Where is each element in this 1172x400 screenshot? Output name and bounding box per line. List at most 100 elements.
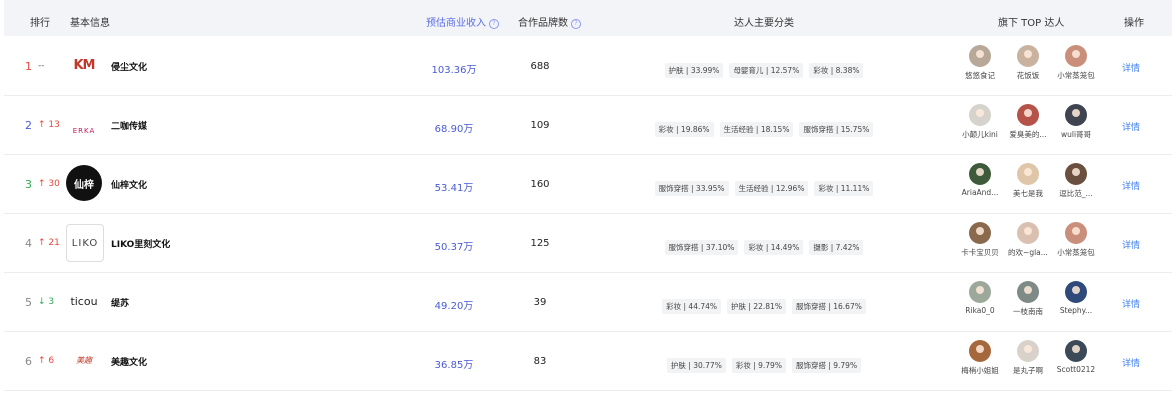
detail-link[interactable]: 详情 (1122, 61, 1140, 74)
question-circle-icon[interactable]: ? (489, 19, 499, 29)
star-name[interactable]: 花饭饭 (1004, 70, 1052, 81)
question-circle-icon[interactable]: ? (571, 19, 581, 29)
category-tag: 摄影 | 7.42% (809, 240, 864, 255)
category-list: 服饰穿搭 | 37.10% 彩妆 | 14.49% 摄影 | 7.42% (604, 235, 924, 255)
star-name[interactable]: wuli哥哥 (1052, 129, 1100, 140)
star-name[interactable]: 逗比范_... (1052, 188, 1100, 199)
star-item[interactable]: wuli哥哥 (1052, 104, 1100, 140)
avatar[interactable] (1017, 281, 1039, 303)
star-name[interactable]: 美七是我 (1004, 188, 1052, 199)
star-item[interactable]: 一枝南南 (1004, 281, 1052, 317)
avatar[interactable] (969, 163, 991, 185)
star-name[interactable]: 悠悠食记 (956, 70, 1004, 81)
star-item[interactable]: 的欢~gla... (1004, 222, 1052, 258)
xianzi-logo-icon[interactable]: 仙梓 (66, 165, 102, 201)
detail-link[interactable]: 详情 (1122, 356, 1140, 369)
table-row: 3 ↑ 30 仙梓 仙梓文化 53.41万 160 服饰穿搭 | 33.95% 生活经验 | … (4, 154, 1172, 214)
star-item[interactable]: 是丸子啊 (1004, 340, 1052, 376)
category-tag: 服饰穿搭 | 33.95% (654, 181, 729, 196)
brand-count: 688 (530, 61, 550, 72)
star-name[interactable]: 是丸子啊 (1004, 365, 1052, 376)
category-tag: 彩妆 | 11.11% (814, 181, 874, 196)
avatar[interactable] (1017, 222, 1039, 244)
star-item[interactable]: 卡卡宝贝贝 (956, 222, 1004, 258)
star-item[interactable]: Stephy... (1052, 281, 1100, 315)
company-name[interactable]: 侵尘文化 (111, 60, 147, 73)
star-name[interactable]: AriaAnd... (956, 188, 1004, 197)
avatar[interactable] (969, 104, 991, 126)
star-item[interactable]: 美七是我 (1004, 163, 1052, 199)
star-name[interactable]: 卡卡宝贝贝 (956, 247, 1004, 258)
star-item[interactable]: 花饭饭 (1004, 45, 1052, 81)
table-row: 5 ↓ 3 ticou 缇苏 49.20万 39 彩妆 | 44.74% 护肤 | 22.81… (4, 272, 1172, 332)
header-brands[interactable]: 合作品牌数? (518, 14, 581, 29)
estimated-income: 49.20万 (434, 301, 474, 312)
rank-change: ↑ 30 (38, 179, 60, 189)
avatar[interactable] (1017, 45, 1039, 67)
star-item[interactable]: 悠悠食记 (956, 45, 1004, 81)
avatar[interactable] (1017, 163, 1039, 185)
header-income[interactable]: 预估商业收入? (426, 14, 499, 29)
category-list: 护肤 | 30.77% 彩妆 | 9.79% 服饰穿搭 | 9.79% (604, 353, 924, 373)
star-name[interactable]: 小常蒸笼包 (1052, 70, 1100, 81)
estimated-income: 68.90万 (434, 124, 474, 135)
star-name[interactable]: 的欢~gla... (1004, 247, 1052, 258)
category-tag: 护肤 | 30.77% (666, 358, 726, 373)
detail-link[interactable]: 详情 (1122, 297, 1140, 310)
star-item[interactable]: 小常蒸笼包 (1052, 222, 1100, 258)
category-tag: 生活经验 | 18.15% (719, 122, 794, 137)
star-item[interactable]: Rika0_0 (956, 281, 1004, 315)
star-name[interactable]: Stephy... (1052, 306, 1100, 315)
liko-logo-icon[interactable]: LIKO (66, 224, 104, 262)
star-name[interactable]: Rika0_0 (956, 306, 1004, 315)
detail-link[interactable]: 详情 (1122, 120, 1140, 133)
detail-link[interactable]: 详情 (1122, 179, 1140, 192)
avatar[interactable] (1065, 340, 1087, 362)
company-name[interactable]: 美趣文化 (111, 355, 147, 368)
company-name[interactable]: LIKO里刻文化 (111, 237, 170, 250)
top-stars: 悠悠食记 花饭饭 小常蒸笼包 (956, 45, 1100, 89)
rank-change: ↓ 3 (38, 297, 55, 307)
avatar[interactable] (969, 45, 991, 67)
star-item[interactable]: 小颠儿kini (956, 104, 1004, 140)
category-tag: 护肤 | 33.99% (664, 63, 724, 78)
meiqu-logo-icon[interactable]: 美趣 (66, 342, 102, 378)
star-item[interactable]: 梅梢小姐姐 (956, 340, 1004, 376)
company-name[interactable]: 缇苏 (111, 296, 129, 309)
star-item[interactable]: Scott0212 (1052, 340, 1100, 374)
category-tag: 生活经验 | 12.96% (734, 181, 809, 196)
company-name[interactable]: 二咖传媒 (111, 119, 147, 132)
avatar[interactable] (969, 281, 991, 303)
star-name[interactable]: 小颠儿kini (956, 129, 1004, 140)
table-row: 2 ↑ 13 ERKA 二咖传媒 68.90万 109 彩妆 | 19.86% 生活经验 | … (4, 95, 1172, 155)
avatar[interactable] (1065, 45, 1087, 67)
star-name[interactable]: 梅梢小姐姐 (956, 365, 1004, 376)
star-item[interactable]: 小常蒸笼包 (1052, 45, 1100, 81)
star-name[interactable]: 小常蒸笼包 (1052, 247, 1100, 258)
avatar[interactable] (1065, 104, 1087, 126)
avatar[interactable] (969, 222, 991, 244)
star-name[interactable]: 一枝南南 (1004, 306, 1052, 317)
star-item[interactable]: 逗比范_... (1052, 163, 1100, 199)
avatar[interactable] (969, 340, 991, 362)
km-logo-icon[interactable]: KM (66, 47, 102, 83)
brand-count: 39 (533, 297, 547, 308)
rank-number: 2 (25, 119, 32, 132)
ticou-logo-icon[interactable]: ticou (66, 283, 102, 319)
star-name[interactable]: Scott0212 (1052, 365, 1100, 374)
avatar[interactable] (1017, 104, 1039, 126)
avatar[interactable] (1065, 281, 1087, 303)
avatar[interactable] (1017, 340, 1039, 362)
star-name[interactable]: 爱臭美的... (1004, 129, 1052, 140)
star-item[interactable]: AriaAnd... (956, 163, 1004, 197)
header-brands-label[interactable]: 合作品牌数 (518, 18, 568, 29)
header-income-label[interactable]: 预估商业收入 (426, 18, 486, 29)
category-tag: 服饰穿搭 | 16.67% (791, 299, 866, 314)
company-name[interactable]: 仙梓文化 (111, 178, 147, 191)
avatar[interactable] (1065, 163, 1087, 185)
avatar[interactable] (1065, 222, 1087, 244)
erka-logo-icon[interactable]: ERKA (66, 106, 102, 142)
detail-link[interactable]: 详情 (1122, 238, 1140, 251)
star-item[interactable]: 爱臭美的... (1004, 104, 1052, 140)
category-tag: 彩妆 | 8.38% (809, 63, 864, 78)
